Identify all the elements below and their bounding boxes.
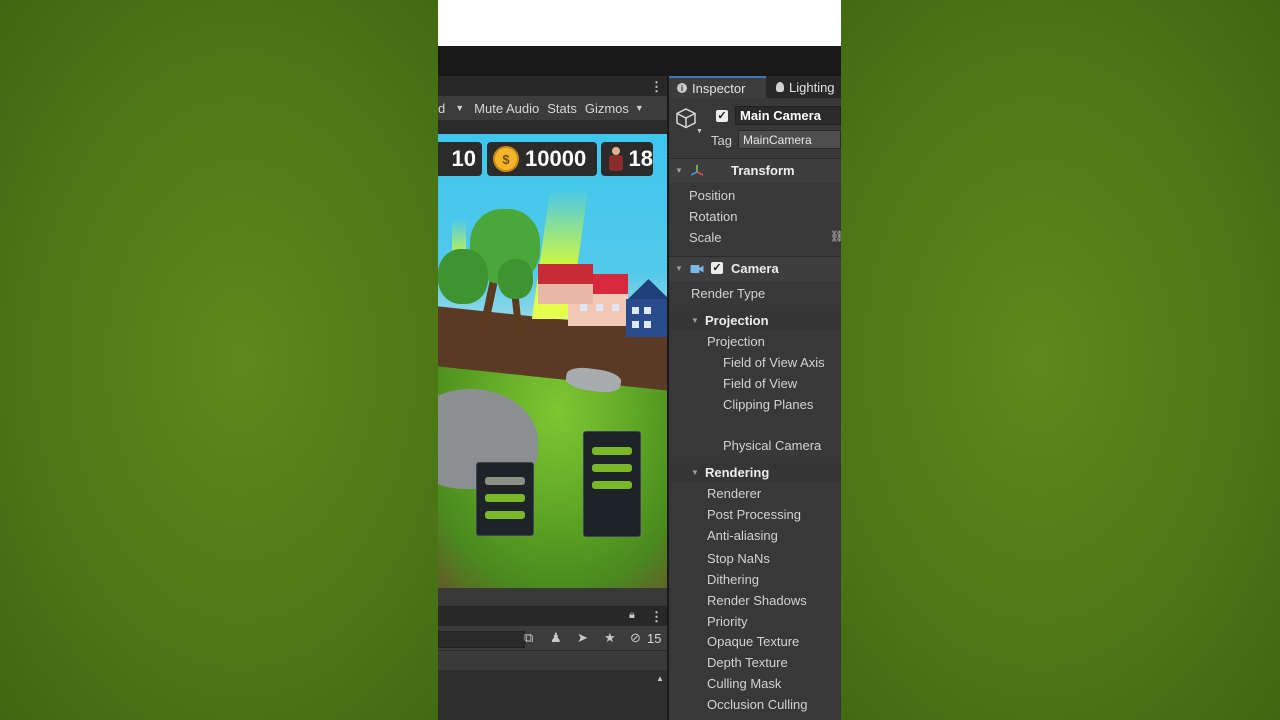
clipping-planes-label: Clipping Planes	[723, 397, 814, 412]
game-viewport[interactable]: 10 $ 10000 18	[438, 134, 667, 588]
level-hud: 10	[438, 142, 482, 176]
gizmos-chevron-down-icon[interactable]: ▼	[633, 103, 646, 113]
physical-camera-label: Physical Camera	[723, 438, 822, 453]
fold-arrow-icon[interactable]: ▼	[691, 468, 699, 477]
tag-icon[interactable]: ➤	[577, 630, 588, 646]
game-toolbar: d ▼ Mute Audio Stats Gizmos ▼	[438, 96, 667, 120]
mute-audio-button[interactable]: Mute Audio	[470, 101, 543, 116]
culling-mask-label: Culling Mask	[707, 676, 782, 691]
transform-axes-icon	[690, 165, 704, 176]
camera-enabled-checkbox[interactable]: ✓	[711, 262, 723, 274]
fold-arrow-icon[interactable]: ▼	[691, 316, 699, 325]
project-panel-menu-icon[interactable]: ⋮	[650, 610, 663, 623]
workers-value: 18	[628, 146, 653, 171]
project-content-area: ▲	[438, 670, 667, 720]
anti-aliasing-label: Anti-aliasing	[707, 528, 778, 543]
favorite-star-icon[interactable]: ★	[604, 630, 616, 646]
stop-nans-label: Stop NaNs	[707, 551, 770, 566]
renderer-label: Renderer	[707, 486, 762, 501]
fold-arrow-icon[interactable]: ▼	[675, 264, 683, 273]
fold-arrow-icon[interactable]: ▼	[675, 166, 683, 175]
info-icon: i	[677, 83, 687, 93]
camera-title: Camera	[731, 261, 779, 276]
object-name-field[interactable]: Main Camera	[735, 106, 841, 125]
transform-rotation-label: Rotation	[689, 209, 738, 224]
tab-inspector-label: Inspector	[692, 80, 746, 96]
tag-label: Tag	[711, 133, 732, 148]
search-by-type-icon[interactable]: ⧉	[524, 630, 533, 646]
search-by-label-icon[interactable]: ♟	[550, 630, 562, 646]
inspector-panel: i Inspector Lighting ▼ ✓ Main Camera Tag…	[669, 76, 841, 720]
coin-icon: $	[493, 146, 519, 172]
depth-texture-label: Depth Texture	[707, 655, 788, 670]
tree-canopy	[498, 259, 533, 299]
blurred-background-left	[0, 0, 438, 720]
tab-lighting[interactable]: Lighting	[768, 76, 841, 98]
bulb-icon	[776, 82, 784, 92]
worker-icon	[607, 147, 625, 171]
rendering-section-title: Rendering	[705, 465, 770, 480]
transform-position-label: Position	[689, 188, 736, 203]
tab-inspector[interactable]: i Inspector	[669, 76, 766, 98]
search-input[interactable]	[438, 631, 525, 648]
lock-icon[interactable]: 🔒︎	[629, 609, 635, 622]
game-view-panel: ⋮ d ▼ Mute Audio Stats Gizmos ▼ 10 $ 100…	[438, 76, 667, 606]
coins-hud: $ 10000	[487, 142, 597, 176]
rendering-section-header[interactable]: ▼ Rendering	[669, 463, 841, 482]
project-tab-bar: 🔒︎ ⋮	[438, 606, 667, 626]
level-value: 10	[451, 146, 476, 171]
scroll-up-arrow-icon[interactable]: ▲	[656, 674, 664, 683]
game-panel-menu-icon[interactable]: ⋮	[650, 80, 663, 93]
projection-label: Projection	[707, 334, 765, 349]
transform-title: Transform	[731, 163, 795, 178]
project-toolbar: ⧉ ♟ ➤ ★ ⊘ 15	[438, 626, 667, 650]
transform-scale-label: Scale	[689, 230, 722, 245]
workers-hud: 18	[601, 142, 653, 176]
opaque-texture-label: Opaque Texture	[707, 634, 800, 649]
active-checkbox[interactable]: ✓	[716, 110, 728, 122]
render-type-label: Render Type	[691, 286, 766, 301]
priority-label: Priority	[707, 614, 748, 629]
projection-section-header[interactable]: ▼ Projection	[669, 311, 841, 330]
coins-value: 10000	[525, 146, 587, 171]
inspector-tab-bar: i Inspector Lighting	[669, 76, 841, 98]
occlusion-culling-label: Occlusion Culling	[707, 697, 808, 712]
constrain-proportions-link-icon[interactable]: ⛓	[830, 230, 841, 243]
editor-video-frame: ⋮ d ▼ Mute Audio Stats Gizmos ▼ 10 $ 100…	[438, 0, 841, 720]
dithering-label: Dithering	[707, 572, 760, 587]
touch-menu-button-left[interactable]	[476, 462, 534, 536]
blurred-background-right	[841, 0, 1280, 720]
tree-canopy	[438, 249, 488, 304]
transform-component-header[interactable]: ▼ Transform	[669, 158, 841, 183]
post-processing-label: Post Processing	[707, 507, 801, 522]
touch-menu-button-right[interactable]	[583, 431, 641, 537]
hidden-count: 15	[647, 631, 662, 646]
blue-house	[626, 279, 667, 337]
game-toolbar-partial-dropdown[interactable]: d	[438, 101, 449, 116]
projection-section-title: Projection	[705, 313, 769, 328]
icon-dropdown-caret-icon[interactable]: ▼	[696, 128, 703, 135]
project-panel: 🔒︎ ⋮ ⧉ ♟ ➤ ★ ⊘ 15 ▲	[438, 606, 667, 720]
top-white-bar	[438, 0, 841, 46]
red-roof-house	[538, 264, 593, 304]
tag-dropdown[interactable]: MainCamera	[738, 130, 841, 149]
tab-lighting-label: Lighting	[789, 79, 835, 95]
fov-label: Field of View	[723, 376, 798, 391]
camera-icon	[690, 265, 704, 273]
camera-component-header[interactable]: ▼ ✓ Camera	[669, 256, 841, 281]
stats-button[interactable]: Stats	[543, 101, 581, 116]
hidden-packages-icon[interactable]: ⊘	[630, 630, 641, 646]
fov-axis-label: Field of View Axis	[723, 355, 825, 370]
top-black-strip	[438, 46, 841, 76]
gizmos-button[interactable]: Gizmos	[581, 101, 633, 116]
game-tab-bar: ⋮	[438, 76, 667, 96]
render-shadows-label: Render Shadows	[707, 593, 807, 608]
gameobject-cube-icon[interactable]	[675, 107, 697, 129]
project-breadcrumb-strip	[438, 650, 667, 671]
game-view-strip	[438, 120, 667, 134]
chevron-down-icon[interactable]: ▼	[449, 103, 470, 113]
